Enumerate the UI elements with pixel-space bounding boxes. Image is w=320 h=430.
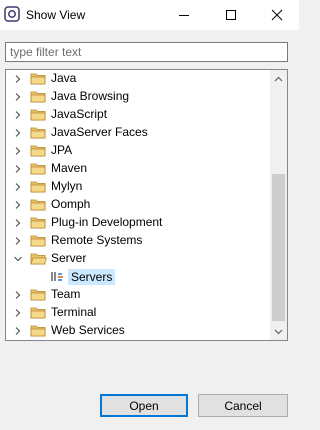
tree-item-label: JavaScript [51, 107, 108, 121]
eclipse-app-icon [4, 6, 20, 22]
tree-item-label: Java [51, 71, 77, 85]
minimize-button[interactable] [163, 0, 205, 30]
chevron-down-icon [274, 329, 283, 334]
view-tree[interactable]: Java Java Browsing JavaScript JavaServer Fa… [5, 69, 288, 341]
tree-item[interactable]: Oomph [6, 196, 272, 214]
tree-item-label: JPA [51, 143, 73, 157]
tree-item[interactable]: Java Browsing [6, 88, 272, 106]
tree-item[interactable]: JavaServer Faces [6, 124, 272, 142]
tree-item-label: Oomph [51, 197, 91, 211]
chevron-right-icon[interactable] [13, 164, 23, 174]
tree-item[interactable]: Terminal [6, 304, 272, 322]
cancel-button[interactable]: Cancel [198, 394, 288, 417]
close-button[interactable] [256, 0, 298, 30]
chevron-right-icon[interactable] [13, 236, 23, 246]
chevron-right-icon[interactable] [13, 128, 23, 138]
scrollbar-thumb[interactable] [272, 174, 285, 321]
tree-item[interactable]: Web Services [6, 322, 272, 340]
maximize-button[interactable] [210, 0, 252, 30]
folder-icon [30, 217, 46, 229]
tree-item[interactable]: JavaScript [6, 106, 272, 124]
tree-item[interactable]: Plug-in Development [6, 214, 272, 232]
tree-item[interactable]: Server [6, 250, 272, 268]
chevron-right-icon[interactable] [13, 110, 23, 120]
folder-icon [30, 289, 46, 301]
open-button[interactable]: Open [100, 394, 188, 417]
tree-item[interactable]: Remote Systems [6, 232, 272, 250]
maximize-icon [226, 10, 236, 20]
tree-item-label: Terminal [51, 305, 97, 319]
folder-icon [30, 181, 46, 193]
folder-icon [30, 91, 46, 103]
tree-item[interactable]: Java [6, 70, 272, 88]
tree-item[interactable]: JPA [6, 142, 272, 160]
folder-icon [30, 109, 46, 121]
scroll-up-button[interactable] [270, 70, 287, 87]
folder-icon [30, 235, 46, 247]
tree-item[interactable]: Team [6, 286, 272, 304]
tree-item-label: Maven [51, 161, 88, 175]
tree-item-label: Server [51, 251, 87, 265]
folder-icon [30, 127, 46, 139]
window-title: Show View [26, 8, 86, 22]
chevron-up-icon [274, 76, 283, 81]
tree-item-label: JavaServer Faces [51, 125, 148, 139]
chevron-right-icon[interactable] [13, 182, 23, 192]
tree-item-label: Mylyn [51, 179, 83, 193]
chevron-right-icon[interactable] [13, 290, 23, 300]
tree-item[interactable]: Mylyn [6, 178, 272, 196]
chevron-down-icon[interactable] [13, 254, 23, 264]
scroll-down-button[interactable] [270, 323, 287, 340]
chevron-right-icon[interactable] [13, 146, 23, 156]
tree-item-label: Remote Systems [51, 233, 143, 247]
folder-open-icon [30, 253, 47, 265]
servers-view-icon [51, 272, 63, 281]
close-icon [271, 9, 283, 21]
folder-icon [30, 73, 46, 85]
tree-item-label: Team [51, 287, 81, 301]
chevron-right-icon[interactable] [13, 200, 23, 210]
chevron-right-icon[interactable] [13, 308, 23, 318]
tree-item[interactable]: Servers [6, 268, 272, 286]
tree-item-label: Java Browsing [51, 89, 130, 103]
folder-icon [30, 145, 46, 157]
chevron-right-icon[interactable] [13, 92, 23, 102]
folder-icon [30, 199, 46, 211]
minimize-icon [179, 15, 189, 16]
folder-icon [30, 163, 46, 175]
tree-item[interactable]: Maven [6, 160, 272, 178]
tree-item-label: Plug-in Development [51, 215, 163, 229]
chevron-right-icon[interactable] [13, 74, 23, 84]
tree-item-label: Servers [68, 269, 116, 285]
folder-icon [30, 325, 46, 337]
chevron-right-icon[interactable] [13, 326, 23, 336]
chevron-right-icon[interactable] [13, 218, 23, 228]
folder-icon [30, 307, 46, 319]
title-bar: Show View [0, 0, 299, 30]
vertical-scrollbar[interactable] [270, 70, 287, 340]
filter-input[interactable] [5, 42, 288, 62]
tree-item-label: Web Services [51, 323, 125, 337]
